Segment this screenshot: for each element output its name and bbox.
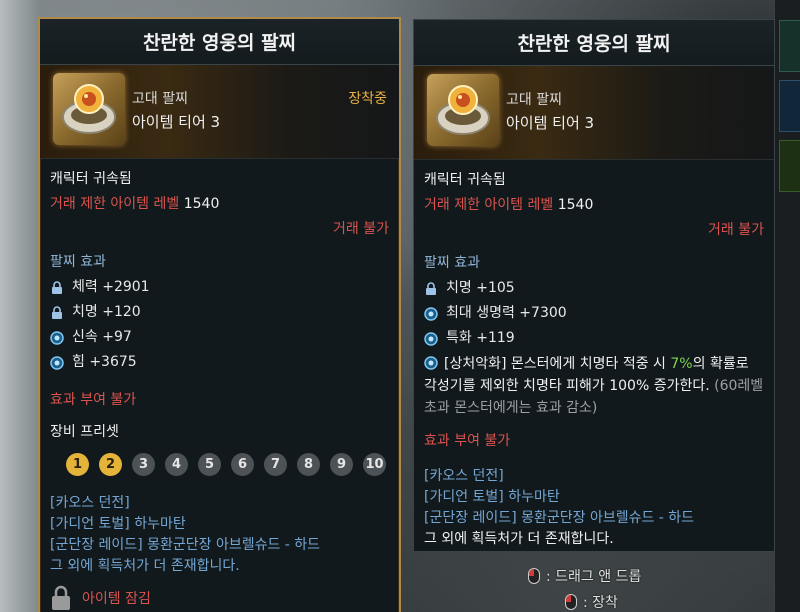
- stat-line: 체력 +2901: [50, 275, 389, 300]
- equip-hint: : 장착: [565, 592, 618, 612]
- lock-label: 아이템 잠김: [82, 591, 151, 607]
- source-more: 그 외에 획득처가 더 존재합니다.: [50, 558, 240, 574]
- item-header: 고대 팔찌 아이템 티어 3: [414, 66, 774, 160]
- item-tier: 아이템 티어 3: [506, 114, 595, 132]
- trade-status: 거래 불가: [708, 222, 764, 238]
- level-label: 거래 제한 아이템 레벨: [424, 197, 554, 213]
- special-percent: 7%: [670, 356, 693, 372]
- item-tier: 아이템 티어 3: [132, 113, 221, 131]
- preset-row: 1 2 3 4 5 6 7 8 9 10: [50, 453, 389, 476]
- preset-3-button[interactable]: 3: [132, 453, 155, 476]
- side-slot-bar: [774, 0, 800, 612]
- bracelet-icon: [53, 73, 125, 145]
- stat-text: 힘 +3675: [72, 354, 137, 370]
- preset-5-button[interactable]: 5: [198, 453, 221, 476]
- special-effect: [상처악화] 몬스터에게 치명타 적중 시 7%의 확률로 각성기를 제외한 치…: [424, 353, 764, 419]
- enchant-status: 효과 부여 불가: [50, 392, 137, 408]
- mouse-left-icon: [528, 568, 540, 584]
- gem-icon: [424, 356, 438, 370]
- item-grade: 고대 팔찌: [132, 91, 188, 107]
- item-header: 고대 팔찌 아이템 티어 3 장착중: [40, 65, 399, 159]
- stat-line: 최대 생명력 +7300: [424, 301, 764, 326]
- mouse-right-icon: [565, 594, 577, 610]
- trade-status: 거래 불가: [333, 221, 389, 237]
- stat-line: 신속 +97: [50, 325, 389, 350]
- stat-text: 치명 +120: [72, 304, 141, 320]
- tooltip-title: 찬란한 영웅의 팔찌: [414, 20, 774, 66]
- preset-10-button[interactable]: 10: [363, 453, 386, 476]
- side-slot[interactable]: [779, 80, 800, 132]
- stat-line: 힘 +3675: [50, 350, 389, 375]
- source-item: [군단장 레이드] 몽환군단장 아브렐슈드 - 하드: [50, 537, 321, 553]
- padlock-icon: [52, 585, 70, 610]
- level-value: 1540: [183, 196, 220, 212]
- stat-text: 체력 +2901: [72, 279, 150, 295]
- stat-text: 치명 +105: [446, 280, 515, 296]
- stat-text: 최대 생명력 +7300: [446, 305, 567, 321]
- lock-icon: [50, 305, 64, 320]
- equipped-badge: 장착중: [348, 91, 387, 107]
- source-item: [가디언 토벌] 하누마탄: [424, 489, 560, 505]
- equip-hint-text: : 장착: [583, 595, 618, 611]
- stat-text: 특화 +119: [446, 330, 515, 346]
- preset-1-button[interactable]: 1: [66, 453, 89, 476]
- gem-icon: [50, 355, 64, 370]
- gem-icon: [50, 330, 64, 345]
- special-tag: [상처악화]: [444, 356, 507, 372]
- preset-4-button[interactable]: 4: [165, 453, 188, 476]
- stat-line: 치명 +120: [50, 300, 389, 325]
- item-grade: 고대 팔찌: [506, 92, 562, 108]
- background-scenery: [0, 0, 40, 612]
- enchant-status: 효과 부여 불가: [424, 433, 511, 449]
- level-restriction: 거래 제한 아이템 레벨 1540: [50, 192, 389, 217]
- source-list: [카오스 던전] [가디언 토벌] 하누마탄 [군단장 레이드] 몽환군단장 아…: [424, 466, 764, 550]
- compare-item-tooltip: 찬란한 영웅의 팔찌 고대 팔찌 아이템 티어 3 캐릭터 귀속됨 거래 제한 …: [413, 19, 775, 552]
- tooltip-title: 찬란한 영웅의 팔찌: [40, 19, 399, 65]
- equipped-item-tooltip: 찬란한 영웅의 팔찌 고대 팔찌 아이템 티어 3 장착중 캐릭터 귀속됨 거래…: [38, 17, 401, 612]
- drag-hint: : 드래그 앤 드롭: [528, 566, 641, 586]
- side-slot[interactable]: [779, 20, 800, 72]
- effect-section-title: 팔찌 효과: [424, 255, 480, 271]
- level-value: 1540: [557, 197, 594, 213]
- source-more: 그 외에 획득처가 더 존재합니다.: [424, 531, 614, 547]
- gem-icon: [424, 306, 438, 321]
- lock-icon: [50, 280, 64, 295]
- bound-status: 캐릭터 귀속됨: [424, 172, 506, 188]
- bracelet-icon: [427, 74, 499, 146]
- preset-7-button[interactable]: 7: [264, 453, 287, 476]
- source-item: [군단장 레이드] 몽환군단장 아브렐슈드 - 하드: [424, 510, 695, 526]
- preset-8-button[interactable]: 8: [297, 453, 320, 476]
- gem-icon: [424, 331, 438, 346]
- level-label: 거래 제한 아이템 레벨: [50, 196, 180, 212]
- source-item: [가디언 토벌] 하누마탄: [50, 516, 186, 532]
- source-item: [카오스 던전]: [50, 495, 130, 511]
- side-slot[interactable]: [779, 140, 800, 192]
- preset-2-button[interactable]: 2: [99, 453, 122, 476]
- special-text-a: 몬스터에게 치명타 적중 시: [506, 356, 671, 372]
- preset-9-button[interactable]: 9: [330, 453, 353, 476]
- level-restriction: 거래 제한 아이템 레벨 1540: [424, 193, 764, 218]
- source-item: [카오스 던전]: [424, 468, 504, 484]
- source-list: [카오스 던전] [가디언 토벌] 하누마탄 [군단장 레이드] 몽환군단장 아…: [50, 493, 389, 577]
- item-lock-status[interactable]: 아이템 잠김: [50, 585, 151, 611]
- stat-text: 신속 +97: [72, 329, 132, 345]
- stat-line: 치명 +105: [424, 276, 764, 301]
- effect-section-title: 팔찌 효과: [50, 254, 106, 270]
- stat-line: 특화 +119: [424, 326, 764, 351]
- bound-status: 캐릭터 귀속됨: [50, 171, 132, 187]
- preset-6-button[interactable]: 6: [231, 453, 254, 476]
- drag-hint-text: : 드래그 앤 드롭: [546, 569, 642, 585]
- lock-icon: [424, 281, 438, 296]
- preset-section-title: 장비 프리셋: [50, 424, 119, 440]
